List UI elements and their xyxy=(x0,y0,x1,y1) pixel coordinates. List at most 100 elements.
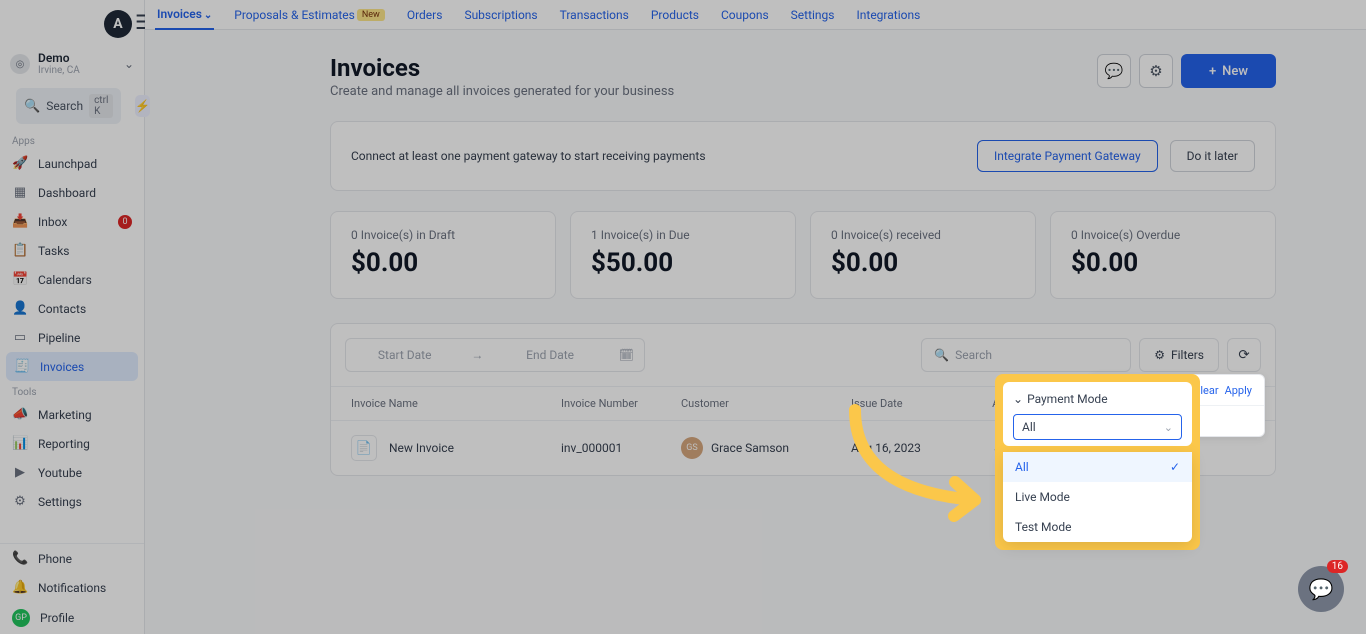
sidebar-item-phone[interactable]: 📞Phone xyxy=(0,544,144,573)
sidebar-item-calendars[interactable]: 📅 Calendars xyxy=(0,265,144,294)
chat-widget[interactable]: 💬 16 xyxy=(1298,566,1344,612)
app-logo[interactable]: A xyxy=(104,10,132,38)
cell-invoice-number: inv_000001 xyxy=(561,441,681,455)
refresh-button[interactable]: ⟳ xyxy=(1227,338,1261,372)
cell-invoice-name: New Invoice xyxy=(389,441,454,455)
callout-arrow xyxy=(840,400,1000,530)
tab-integrations[interactable]: Integrations xyxy=(855,1,923,29)
chevron-down-icon: ⌄ xyxy=(1013,392,1023,406)
option-test-mode[interactable]: Test Mode xyxy=(1003,512,1192,542)
payment-mode-title[interactable]: ⌄ Payment Mode xyxy=(1013,392,1182,406)
tab-label: Proposals & Estimates xyxy=(234,8,355,22)
arrow-right-icon: → xyxy=(463,348,491,362)
stat-cards: 0 Invoice(s) in Draft $0.00 1 Invoice(s)… xyxy=(330,211,1276,299)
sidebar-item-notifications[interactable]: 🔔 Notifications xyxy=(0,573,144,602)
button-label: Filters xyxy=(1171,348,1204,362)
tab-orders[interactable]: Orders xyxy=(405,1,445,29)
stat-due: 1 Invoice(s) in Due $50.00 xyxy=(570,211,796,299)
sidebar-bottom: 📞Phone 🔔 Notifications GPProfile xyxy=(0,543,144,634)
sidebar-item-inbox[interactable]: 📥Inbox0 xyxy=(0,207,144,236)
settings-button[interactable]: ⚙ xyxy=(1139,54,1173,88)
page-title: Invoices xyxy=(330,54,674,82)
sidebar-item-label: Calendars xyxy=(38,273,92,287)
sidebar-item-contacts[interactable]: 👤Contacts xyxy=(0,294,144,323)
stat-received: 0 Invoice(s) received $0.00 xyxy=(810,211,1036,299)
top-tabs: Invoices⌄ Proposals & EstimatesNew Order… xyxy=(145,0,1366,30)
stat-label: 0 Invoice(s) in Draft xyxy=(351,228,535,242)
sidebar-item-invoices[interactable]: 🧾Invoices xyxy=(6,352,138,381)
tab-proposals[interactable]: Proposals & EstimatesNew xyxy=(232,1,387,29)
chart-icon: 📊 xyxy=(12,436,28,451)
pipeline-icon: ▭ xyxy=(12,330,28,345)
inbox-icon: 📥 xyxy=(12,214,28,229)
tab-coupons[interactable]: Coupons xyxy=(719,1,771,29)
do-later-button[interactable]: Do it later xyxy=(1170,140,1255,172)
megaphone-icon: 📣 xyxy=(12,407,28,422)
stat-value: $0.00 xyxy=(1071,248,1255,278)
payment-mode-select[interactable]: All ⌄ xyxy=(1013,414,1182,440)
integrate-gateway-button[interactable]: Integrate Payment Gateway xyxy=(977,140,1158,172)
bell-icon: 🔔 xyxy=(12,580,28,595)
sidebar-item-label: Notifications xyxy=(38,581,106,595)
option-live-mode[interactable]: Live Mode xyxy=(1003,482,1192,512)
tasks-icon: 📋 xyxy=(12,243,28,258)
select-value: All xyxy=(1022,420,1036,434)
chevron-down-icon: ⌄ xyxy=(124,57,134,71)
sidebar-item-marketing[interactable]: 📣 Marketing xyxy=(0,400,144,429)
tab-settings[interactable]: Settings xyxy=(789,1,837,29)
chat-icon: 💬 xyxy=(1309,577,1334,601)
new-invoice-button[interactable]: +New xyxy=(1181,54,1276,88)
chat-icon: 💬 xyxy=(1105,62,1124,80)
button-label: New xyxy=(1222,64,1248,79)
sidebar-item-youtube[interactable]: ▶Youtube xyxy=(0,458,144,487)
tab-subscriptions[interactable]: Subscriptions xyxy=(462,1,539,29)
table-search[interactable]: 🔍 Search xyxy=(921,338,1131,372)
calendar-icon: 🗓 xyxy=(609,348,644,362)
refresh-icon: ⟳ xyxy=(1238,348,1249,363)
customer-avatar: GS xyxy=(681,437,703,459)
sidebar-item-launchpad[interactable]: 🚀Launchpad xyxy=(0,149,144,178)
sidebar-item-tasks[interactable]: 📋Tasks xyxy=(0,236,144,265)
tab-transactions[interactable]: Transactions xyxy=(558,1,631,29)
page-header: Invoices Create and manage all invoices … xyxy=(330,54,1276,99)
calendar-icon: 📅 xyxy=(12,272,28,287)
account-switcher[interactable]: ◎ Demo Irvine, CA ⌄ xyxy=(0,46,144,82)
check-icon: ✓ xyxy=(1170,460,1180,474)
banner-text: Connect at least one payment gateway to … xyxy=(351,149,706,163)
sidebar-item-label: Launchpad xyxy=(38,157,97,171)
nav-apps: 🚀Launchpad ▦Dashboard 📥Inbox0 📋Tasks 📅 Ca… xyxy=(0,149,144,381)
sidebar-item-profile[interactable]: GPProfile xyxy=(0,602,144,634)
feedback-button[interactable]: 💬 xyxy=(1097,54,1131,88)
option-all[interactable]: All ✓ xyxy=(1003,452,1192,482)
new-badge: New xyxy=(357,9,385,21)
sidebar-item-label: Profile xyxy=(40,611,74,625)
stat-value: $50.00 xyxy=(591,248,775,278)
payment-mode-dropdown: All ✓ Live Mode Test Mode xyxy=(1003,452,1192,542)
stat-label: 1 Invoice(s) in Due xyxy=(591,228,775,242)
search-shortcut: ctrl K xyxy=(89,94,113,118)
payment-mode-panel: ⌄ Payment Mode All ⌄ xyxy=(1003,382,1192,446)
filter-label: Payment Mode xyxy=(1027,392,1108,406)
option-label: All xyxy=(1015,460,1029,474)
section-apps-label: Apps xyxy=(0,130,144,149)
sidebar-item-pipeline[interactable]: ▭Pipeline xyxy=(0,323,144,352)
sidebar-item-dashboard[interactable]: ▦Dashboard xyxy=(0,178,144,207)
tab-products[interactable]: Products xyxy=(649,1,701,29)
stat-value: $0.00 xyxy=(351,248,535,278)
stat-overdue: 0 Invoice(s) Overdue $0.00 xyxy=(1050,211,1276,299)
filters-button[interactable]: ⚙Filters xyxy=(1139,338,1219,372)
sidebar: A ◎ Demo Irvine, CA ⌄ 🔍 Search ctrl K ⚡ … xyxy=(0,0,145,634)
sidebar-item-settings[interactable]: ⚙Settings xyxy=(0,487,144,516)
gateway-banner: Connect at least one payment gateway to … xyxy=(330,121,1276,191)
filters-apply[interactable]: Apply xyxy=(1225,384,1252,397)
account-avatar: ◎ xyxy=(10,54,30,74)
stat-label: 0 Invoice(s) received xyxy=(831,228,1015,242)
tab-invoices[interactable]: Invoices⌄ xyxy=(155,0,214,30)
date-range-picker[interactable]: Start Date → End Date 🗓 xyxy=(345,338,645,372)
sidebar-item-reporting[interactable]: 📊Reporting xyxy=(0,429,144,458)
nav-tools: 📣 Marketing 📊Reporting ▶Youtube ⚙Settings xyxy=(0,400,144,516)
global-search[interactable]: 🔍 Search ctrl K xyxy=(16,88,121,124)
sidebar-item-label: Marketing xyxy=(38,408,92,422)
account-name: Demo xyxy=(38,52,80,65)
chevron-down-icon: ⌄ xyxy=(204,10,212,21)
